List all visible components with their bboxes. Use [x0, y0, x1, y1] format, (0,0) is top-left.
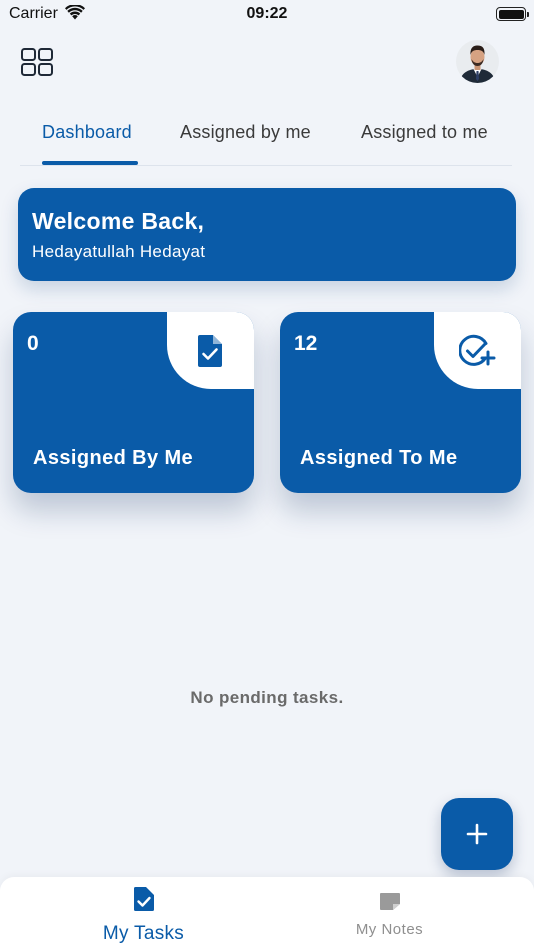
welcome-title: Welcome Back, — [32, 208, 205, 234]
grid-icon — [21, 48, 53, 76]
card-icon-corner — [434, 312, 521, 389]
add-task-button[interactable] — [441, 798, 513, 870]
assigned-by-me-label: Assigned By Me — [33, 447, 194, 469]
assigned-by-me-card[interactable]: 0 Assigned By Me — [13, 312, 254, 493]
active-tab-indicator — [42, 161, 138, 165]
assigned-to-me-card[interactable]: 12 Assigned To Me — [280, 312, 521, 493]
nav-my-notes-label: My Notes — [355, 921, 424, 938]
bottom-navigation: My Tasks My Notes — [0, 877, 534, 950]
task-document-icon — [134, 887, 154, 911]
document-check-icon — [198, 335, 222, 367]
welcome-card: Welcome Back, Hedayatullah Hedayat — [18, 188, 516, 281]
grid-menu-button[interactable] — [20, 47, 54, 77]
nav-my-tasks[interactable]: My Tasks — [10, 877, 277, 950]
assigned-to-me-count: 12 — [294, 332, 318, 355]
nav-my-tasks-label: My Tasks — [102, 923, 185, 944]
nav-my-notes[interactable]: My Notes — [256, 877, 523, 950]
status-time: 09:22 — [246, 5, 288, 22]
user-name: Hedayatullah Hedayat — [32, 242, 206, 261]
assigned-to-me-label: Assigned To Me — [300, 447, 458, 469]
assigned-by-me-count: 0 — [27, 332, 39, 355]
empty-state-message: No pending tasks. — [190, 688, 344, 707]
tab-assigned-by-me[interactable]: Assigned by me — [180, 122, 311, 143]
battery-icon — [496, 7, 529, 21]
avatar-photo — [456, 40, 499, 83]
status-bar: Carrier 09:22 — [0, 0, 534, 30]
avatar[interactable] — [456, 40, 499, 83]
tab-bar: Dashboard Assigned by me Assigned to me — [20, 110, 512, 166]
tab-assigned-to-me[interactable]: Assigned to me — [361, 122, 488, 143]
tab-dashboard[interactable]: Dashboard — [42, 122, 132, 143]
note-icon — [380, 893, 400, 910]
plus-icon — [466, 823, 488, 845]
card-icon-corner — [167, 312, 254, 389]
circle-check-plus-icon — [459, 334, 496, 366]
